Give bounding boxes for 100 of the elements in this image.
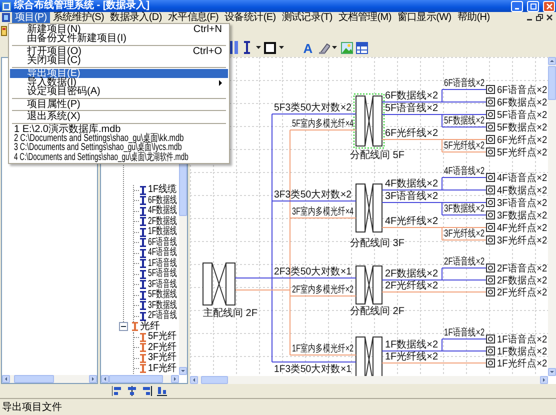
outlet-icon [486,173,495,182]
outlet-label: 1F语音点×2 [497,334,548,346]
close-icon[interactable] [546,14,553,21]
shortcut-text: Ctrl+O [192,46,222,56]
menu-item[interactable]: 由备份文件新建项目(I) [10,34,228,44]
scroll-left-button[interactable] [190,376,198,384]
menu-item[interactable]: 关闭项目(C) [10,56,228,66]
outlet-label: 4F语音点×2 [497,172,548,184]
page-icon[interactable] [1,26,7,36]
frame-label: 主配线间 2F [203,308,258,319]
main-frame[interactable] [202,262,236,306]
cable-label: 3F室内多模光纤×4 [292,205,354,217]
horizontal-scrollbar[interactable] [190,376,548,384]
menu-item[interactable]: 4 C:\Documents and Settings\shao_gu\桌面\龙湖软件.mdb [10,152,228,162]
dropdown-arrow-icon[interactable] [256,45,261,50]
tree-item[interactable]: 光纤 [140,322,160,332]
scroll-left-button[interactable] [101,375,109,383]
outlet-icon [486,135,495,144]
tree-item[interactable]: 4F语音线 [148,248,177,258]
scrollbar-thumb[interactable] [201,376,228,384]
menu-item[interactable]: 项目属性(P) [10,100,228,110]
square-icon[interactable] [264,42,276,54]
outlet-icon [486,110,495,119]
distribution-frame[interactable] [356,336,382,376]
scroll-left-button[interactable] [2,375,10,383]
close-button[interactable] [543,0,555,12]
menu-item[interactable]: 1 E:\2.0演示数据库.mdb [10,124,228,134]
scrollbar-thumb[interactable] [14,375,54,383]
menu-item[interactable]: 数据录入(D) [107,12,165,23]
tree-item[interactable]: 2F数据线 [148,216,177,227]
tree-item[interactable]: 2F光纤 [148,342,177,353]
outlet-icon [486,122,495,132]
scroll-up-button[interactable] [548,57,556,65]
menu-item[interactable]: 帮助(H) [454,12,493,23]
tree-item[interactable]: 3F数据线 [148,300,177,311]
i-beam-icon[interactable] [244,41,250,54]
vertical-scrollbar[interactable] [548,57,556,376]
horizontal-scrollbar[interactable] [101,375,179,383]
tree-item[interactable]: 5F光纤 [148,332,177,342]
scroll-right-button[interactable] [171,375,179,383]
scroll-down-button[interactable] [179,367,187,375]
cable-label: 4F光纤线×2 [385,216,438,228]
scroll-down-button[interactable] [548,368,556,376]
outlet-icon [486,186,495,194]
outlet-label: 3F数据点×2 [497,210,548,222]
collapse-toggle[interactable] [119,322,128,332]
menu-item[interactable]: 导入数据(I) [10,78,228,88]
distribution-frame[interactable] [356,184,382,232]
outlet-label: 6F光纤点×2 [497,134,548,146]
menu-item[interactable]: 系统维护(S) [50,12,108,23]
minimize-button[interactable] [511,0,523,12]
shortcut-text: Ctrl+N [193,25,222,34]
brush-icon[interactable] [319,42,330,54]
tree-item[interactable]: 2F语音线 [148,311,177,322]
menu-item[interactable]: 3 C:\Documents and Settings\shao_gu\桌面\lycs.mdb [10,143,228,153]
dropdown-arrow-icon[interactable] [279,45,284,50]
cable-label: 1F3类50大对数×1 [274,364,352,376]
menu-item[interactable]: 2 C:\Documents and Settings\shao_gu\桌面\kk.mdb [10,134,228,144]
minus-icon [120,324,126,330]
tree-item[interactable]: 6F数据线 [148,196,177,206]
menu-item[interactable]: 测试记录(T) [278,12,336,23]
menu-item[interactable]: 设定项目密码(A) [10,87,228,97]
restore-icon[interactable] [536,14,543,21]
menu-item[interactable]: 水平信息(F) [164,12,222,23]
tree-item[interactable]: 4F数据线 [148,206,177,216]
menu-item[interactable]: 设备统计(E) [222,12,279,23]
tree-item[interactable]: 3F语音线 [148,280,177,290]
scroll-right-button[interactable] [89,375,97,383]
tree-item[interactable]: 5F语音线 [148,269,177,280]
menu-item[interactable]: 退出系统(X) [10,112,228,122]
align-left-icon[interactable] [112,386,122,396]
align-center-icon[interactable] [127,386,137,396]
menu-item[interactable]: 打开项目(O) Ctrl+O [10,46,228,56]
align-bottom-icon[interactable] [157,386,167,396]
cable-label: 3F语音线×2 [385,191,438,202]
cable-label: 4F数据线×2 [385,178,438,190]
menu-item[interactable]: 文档管理(M) [335,12,394,23]
tree-item[interactable]: 1F语音线 [148,258,177,269]
tree-item[interactable]: 5F数据线 [148,290,177,300]
table-icon[interactable] [356,42,368,54]
tree-item[interactable]: 3F光纤 [148,353,177,364]
dropdown-arrow-icon[interactable] [332,45,337,50]
menu-item[interactable]: 项目(P) [12,12,50,23]
scroll-right-button[interactable] [540,376,548,384]
tree-item[interactable]: 1F光纤 [148,364,177,374]
tree-item[interactable]: 1F线缆 [148,185,177,196]
menu-item[interactable]: 窗口显示(W) [394,12,454,23]
scrollbar-thumb[interactable] [548,66,556,100]
outlet-label: 3F光纤点×2 [497,235,548,247]
tree-item[interactable]: 6F语音线 [148,238,177,248]
font-button[interactable]: A [302,40,314,54]
tree-item[interactable]: 1F数据线 [148,227,177,238]
distribution-frame[interactable] [354,94,384,148]
align-right-icon[interactable] [142,386,152,396]
cable-label: 1F数据线×2 [385,340,438,351]
outlet-icon [486,276,495,284]
maximize-button[interactable] [527,0,539,12]
distribution-frame[interactable] [356,266,382,304]
scrollbar-thumb[interactable] [109,375,163,383]
horizontal-scrollbar[interactable] [2,375,97,383]
